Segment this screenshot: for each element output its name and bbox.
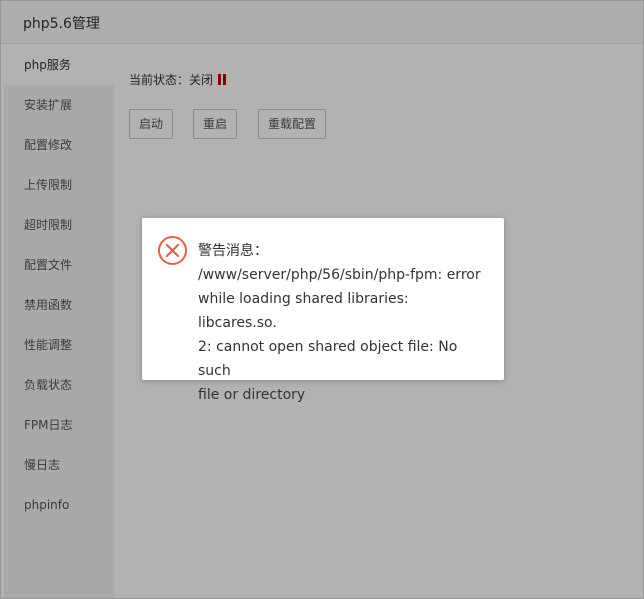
error-line: while loading shared libraries: libcares…: [198, 291, 409, 331]
error-line: 2: cannot open shared object file: No su…: [198, 339, 458, 379]
error-dialog: 警告消息： /www/server/php/56/sbin/php-fpm: e…: [142, 218, 504, 403]
error-circle-icon: [158, 236, 187, 265]
error-title: 警告消息：: [198, 243, 268, 259]
error-message: 警告消息： /www/server/php/56/sbin/php-fpm: e…: [198, 239, 488, 407]
error-line: file or directory: [198, 387, 306, 403]
error-line: /www/server/php/56/sbin/php-fpm: error: [198, 267, 481, 283]
